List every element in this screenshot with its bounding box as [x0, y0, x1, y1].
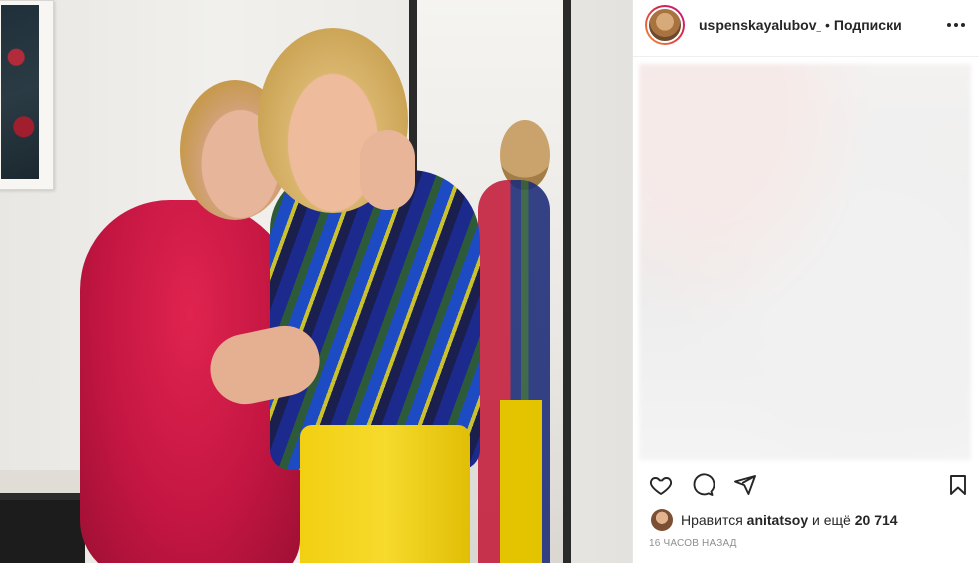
wall-painting [0, 0, 54, 190]
post-side-panel: uspenskayalubov_offi • Подписки Нравится… [632, 0, 979, 563]
follow-button[interactable]: Подписки [834, 17, 902, 33]
share-icon[interactable] [731, 471, 759, 499]
shelf [0, 470, 85, 563]
username-link[interactable]: uspenskayalubov_offi [699, 17, 821, 33]
mirror-reflection-pants [500, 400, 542, 563]
more-icon[interactable] [944, 13, 968, 37]
likes-count[interactable]: 20 714 [855, 512, 898, 528]
liker-avatar[interactable] [651, 509, 673, 531]
separator-dot: • [825, 17, 830, 33]
avatar[interactable] [645, 5, 685, 45]
post-photo[interactable] [0, 0, 632, 563]
comment-icon[interactable] [689, 471, 717, 499]
liker-username[interactable]: anitatsoy [747, 512, 808, 528]
heart-icon[interactable] [647, 471, 675, 499]
post-header: uspenskayalubov_offi • Подписки [633, 0, 979, 50]
likes-row: Нравится anitatsoy и ещё 20 714 [651, 508, 898, 532]
likes-conjunction: и ещё [812, 512, 851, 528]
action-bar [647, 470, 972, 500]
shoulder-hand [360, 130, 415, 210]
likes-prefix: Нравится [681, 512, 743, 528]
header-divider [633, 56, 979, 57]
post-timestamp[interactable]: 16 часов назад [649, 538, 737, 549]
yellow-pants [300, 425, 470, 563]
bookmark-icon[interactable] [944, 471, 972, 499]
blurred-comments-area [639, 64, 971, 460]
